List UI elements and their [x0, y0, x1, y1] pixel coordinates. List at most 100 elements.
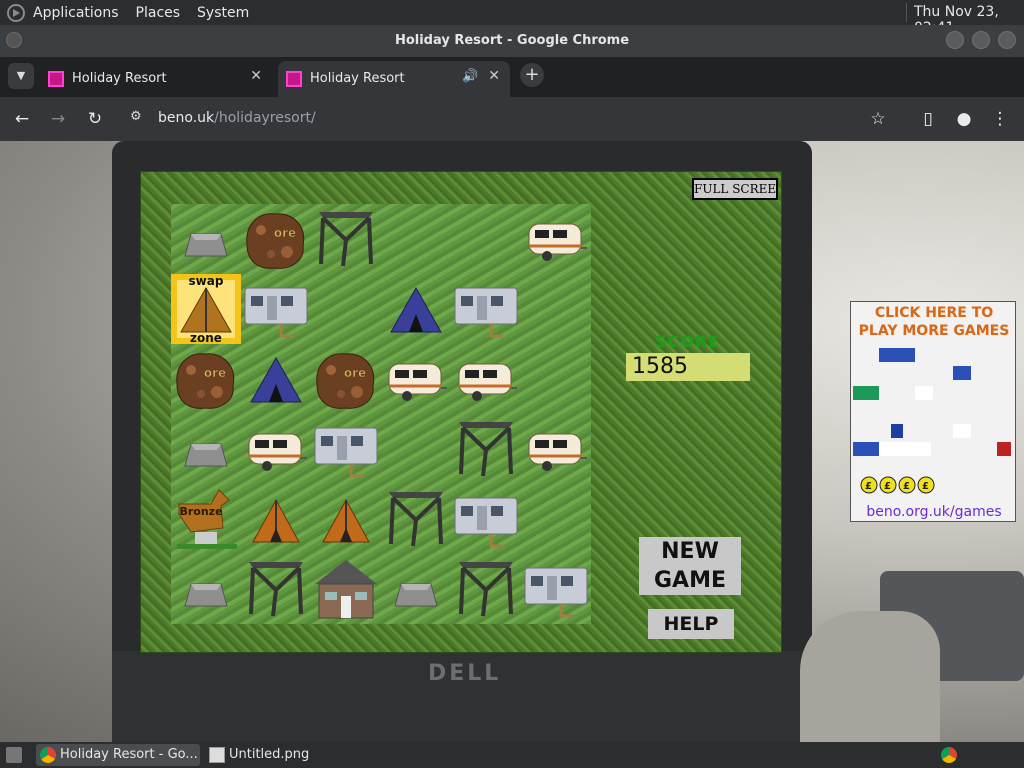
- taskbar-item-chrome[interactable]: Holiday Resort - Go...: [36, 744, 200, 766]
- board-tile-empty[interactable]: [381, 204, 451, 274]
- webpage-content: DELL ore swap zone ore ore Bronze FULL SCREEN…: [0, 141, 1024, 742]
- show-desktop-button[interactable]: [2, 744, 24, 766]
- svg-text:£: £: [865, 481, 872, 492]
- game-canvas[interactable]: ore swap zone ore ore Bronze FULL SCREEN SCOR…: [140, 171, 782, 653]
- tab-strip: ▼ Holiday Resort ✕ Holiday Resort 🔊 ✕ +: [0, 57, 1024, 97]
- game-board[interactable]: ore swap zone ore ore Bronze: [171, 204, 591, 624]
- board-tile-caravan[interactable]: [521, 204, 591, 274]
- board-tile-empty[interactable]: [311, 274, 381, 344]
- menu-places[interactable]: Places: [136, 5, 181, 21]
- window-title: Holiday Resort - Google Chrome: [394, 33, 630, 48]
- board-tile-empty[interactable]: [381, 414, 451, 484]
- board-tile-empty[interactable]: [521, 484, 591, 554]
- more-games-ad[interactable]: CLICK HERE TO PLAY MORE GAMES £ £ £ £ be…: [850, 301, 1016, 522]
- svg-text:ore: ore: [274, 226, 296, 240]
- ad-game-preview: £ £ £ £: [853, 348, 1011, 494]
- board-tile-orange-tent[interactable]: [241, 484, 311, 554]
- url-text[interactable]: beno.uk/holidayresort/: [158, 110, 316, 126]
- board-tile-empty[interactable]: [451, 204, 521, 274]
- board-tile-static-caravan[interactable]: [311, 414, 381, 484]
- new-game-button[interactable]: NEW GAME: [639, 537, 741, 595]
- svg-text:£: £: [922, 481, 929, 492]
- board-tile-static-caravan[interactable]: [451, 274, 521, 344]
- audio-playing-icon[interactable]: 🔊: [462, 69, 478, 84]
- side-panel-icon[interactable]: ▯: [916, 107, 940, 131]
- close-tab-1-icon[interactable]: ✕: [250, 68, 262, 84]
- svg-text:zone: zone: [190, 331, 222, 344]
- board-tile-caravan[interactable]: [241, 414, 311, 484]
- board-tile-caravan[interactable]: [451, 344, 521, 414]
- top-panel: Applications Places System Thu Nov 23, 0…: [0, 0, 1024, 36]
- close-window-button[interactable]: [998, 31, 1016, 49]
- tab-search-chevron-icon[interactable]: ▼: [8, 63, 34, 89]
- board-tile-ore[interactable]: ore: [311, 344, 381, 414]
- taskbar-item-chrome-label: Holiday Resort - Go...: [60, 747, 198, 762]
- board-tile-tent-frame[interactable]: [381, 484, 451, 554]
- svg-text:£: £: [903, 481, 910, 492]
- menu-system[interactable]: System: [197, 5, 249, 21]
- background-hand: [800, 611, 940, 742]
- board-tile-static-caravan[interactable]: [451, 484, 521, 554]
- board-tile-blue-tent[interactable]: [381, 274, 451, 344]
- chrome-icon: [941, 747, 957, 763]
- board-tile-rock[interactable]: [171, 204, 241, 274]
- reload-icon[interactable]: ↻: [83, 107, 107, 131]
- chrome-menu-icon[interactable]: ⋮: [988, 107, 1012, 131]
- taskbar-tray-chrome[interactable]: [937, 744, 959, 766]
- browser-toolbar: ← → ↻ ⚙ beno.uk/holidayresort/ ☆ ▯ ● ⋮: [0, 97, 1024, 141]
- tab-2[interactable]: Holiday Resort 🔊 ✕: [278, 61, 510, 97]
- board-tile-static-caravan[interactable]: [241, 274, 311, 344]
- board-tile-swap-zone[interactable]: swap zone: [171, 274, 241, 345]
- new-game-label: NEW GAME: [653, 539, 726, 593]
- chrome-icon: [40, 747, 56, 763]
- laptop-logo: DELL: [428, 661, 502, 686]
- board-tile-ore[interactable]: ore: [171, 344, 241, 414]
- close-tab-2-icon[interactable]: ✕: [488, 68, 500, 84]
- tab-2-label: Holiday Resort: [310, 71, 405, 86]
- taskbar-item-image[interactable]: Untitled.png: [205, 744, 365, 766]
- board-tile-house[interactable]: [311, 554, 381, 624]
- score-label: SCORE: [655, 332, 721, 351]
- tab-1[interactable]: Holiday Resort ✕: [40, 61, 272, 97]
- board-tile-empty[interactable]: [521, 344, 591, 414]
- board-tile-rock[interactable]: [381, 554, 451, 624]
- board-tile-tent-frame[interactable]: [241, 554, 311, 624]
- board-tile-tent-frame[interactable]: [311, 204, 381, 274]
- menu-applications[interactable]: Applications: [33, 5, 119, 21]
- minimize-button[interactable]: [946, 31, 964, 49]
- board-tile-tent-frame[interactable]: [451, 414, 521, 484]
- maximize-button[interactable]: [972, 31, 990, 49]
- board-tile-ore[interactable]: ore: [241, 204, 311, 274]
- new-tab-button[interactable]: +: [520, 63, 544, 87]
- system-logo-icon[interactable]: [7, 3, 25, 22]
- site-info-icon[interactable]: ⚙: [130, 109, 150, 129]
- svg-text:Bronze: Bronze: [179, 505, 222, 518]
- board-tile-static-caravan[interactable]: [521, 554, 591, 624]
- board-tile-caravan[interactable]: [381, 344, 451, 414]
- profile-icon[interactable]: ●: [952, 107, 976, 131]
- svg-text:£: £: [884, 481, 891, 492]
- address-bar[interactable]: ⚙ beno.uk/holidayresort/: [118, 101, 910, 137]
- back-arrow-icon[interactable]: ←: [10, 107, 34, 131]
- board-tile-rock[interactable]: [171, 554, 241, 624]
- svg-text:ore: ore: [204, 366, 226, 380]
- window-titlebar[interactable]: Holiday Resort - Google Chrome: [0, 25, 1024, 57]
- full-screen-button[interactable]: FULL SCREEN: [692, 178, 778, 200]
- image-icon: [209, 747, 225, 763]
- board-tile-empty[interactable]: [521, 274, 591, 344]
- board-tile-caravan[interactable]: [521, 414, 591, 484]
- board-tile-tent-frame[interactable]: [451, 554, 521, 624]
- svg-text:swap: swap: [189, 274, 224, 288]
- favicon-icon: [48, 71, 64, 87]
- board-tile-blue-tent[interactable]: [241, 344, 311, 414]
- favicon-icon: [286, 71, 302, 87]
- board-tile-orange-tent[interactable]: [311, 484, 381, 554]
- bookmark-star-icon[interactable]: ☆: [866, 107, 890, 131]
- board-tile-rock[interactable]: [171, 414, 241, 484]
- desktop-icon: [6, 747, 22, 763]
- ad-link[interactable]: beno.org.uk/games: [851, 504, 1015, 520]
- help-button[interactable]: HELP: [648, 609, 734, 639]
- board-tile-bronze-statue[interactable]: Bronze: [171, 484, 241, 554]
- taskbar-item-image-label: Untitled.png: [229, 747, 310, 762]
- forward-arrow-icon[interactable]: →: [46, 107, 70, 131]
